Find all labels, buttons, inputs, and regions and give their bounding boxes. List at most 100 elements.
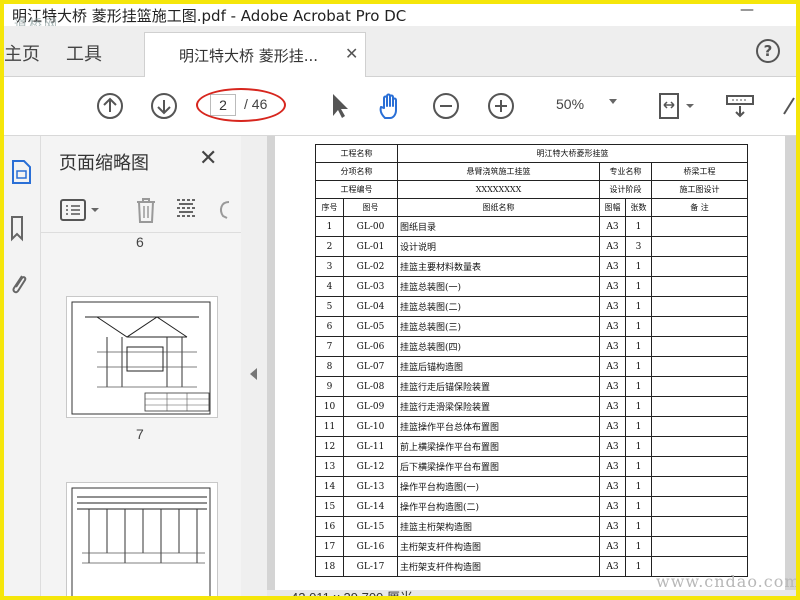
table-row: 11 GL-10 挂篮操作平台总体布置图 A3 1 — [315, 416, 748, 437]
table-cell: 12 — [315, 436, 344, 457]
collapse-arrow-icon[interactable] — [250, 368, 257, 380]
zoom-out-icon[interactable] — [432, 92, 460, 120]
select-arrow-icon[interactable] — [329, 92, 349, 120]
table-cell — [651, 236, 748, 257]
delete-icon[interactable] — [133, 196, 159, 224]
tab-document[interactable]: 明江特大桥 菱形挂... ✕ — [144, 32, 366, 77]
table-cell: A3 — [599, 316, 626, 337]
table-cell: 操作平台构造图(二) — [397, 496, 600, 517]
table-cell: GL-07 — [343, 356, 398, 377]
table-label: 设计阶段 — [599, 180, 652, 199]
page-thumbnail[interactable] — [66, 482, 218, 596]
table-cell: 1 — [625, 356, 652, 377]
table-cell: 7 — [315, 336, 344, 357]
panel-close-button[interactable]: ✕ — [199, 146, 217, 171]
table-cell — [651, 296, 748, 317]
table-cell: A3 — [599, 336, 626, 357]
table-cell: 1 — [625, 516, 652, 537]
table-row: 2 GL-01 设计说明 A3 3 — [315, 236, 748, 257]
table-value: 明江特大桥菱形挂篮 — [397, 144, 748, 163]
table-cell: 1 — [625, 256, 652, 277]
minimize-button[interactable]: — — [740, 4, 754, 18]
table-cell: 4 — [315, 276, 344, 297]
table-cell: A3 — [599, 456, 626, 477]
table-cell — [651, 496, 748, 517]
table-cell — [651, 456, 748, 477]
tab-document-label: 明江特大桥 菱形挂... — [179, 47, 319, 65]
chevron-down-icon[interactable] — [609, 99, 617, 104]
table-cell: 17 — [315, 536, 344, 557]
fit-page-icon[interactable] — [656, 92, 696, 122]
table-cell: A3 — [599, 556, 626, 577]
thumbnail-label: 7 — [136, 426, 144, 442]
table-cell: 11 — [315, 416, 344, 437]
table-cell: GL-15 — [343, 516, 398, 537]
table-cell — [651, 336, 748, 357]
draw-icon[interactable] — [782, 92, 796, 122]
watermark-bottom: www.cndao.com — [656, 572, 796, 591]
zoom-in-icon[interactable] — [487, 92, 515, 120]
table-cell: GL-08 — [343, 376, 398, 397]
navigation-rail — [4, 136, 41, 596]
thumbnail-drawing — [71, 301, 211, 415]
table-cell: GL-10 — [343, 416, 398, 437]
table-cell: 设计说明 — [397, 236, 600, 257]
tab-home[interactable]: 主页 — [4, 40, 40, 66]
options-menu-icon[interactable] — [59, 198, 105, 222]
table-cell: 操作平台构造图(一) — [397, 476, 600, 497]
table-cell: GL-01 — [343, 236, 398, 257]
table-cell — [651, 536, 748, 557]
page-up-icon[interactable] — [96, 92, 124, 120]
column-header: 图幅 — [599, 198, 626, 217]
page-thumbnail[interactable] — [66, 296, 218, 418]
table-cell: 1 — [625, 276, 652, 297]
table-cell: GL-14 — [343, 496, 398, 517]
table-cell: A3 — [599, 356, 626, 377]
rotate-icon[interactable] — [215, 198, 235, 222]
table-cell: 挂篮总装图(一) — [397, 276, 600, 297]
table-row: 14 GL-13 操作平台构造图(一) A3 1 — [315, 476, 748, 497]
table-cell: GL-05 — [343, 316, 398, 337]
table-cell: 1 — [625, 436, 652, 457]
table-cell: GL-13 — [343, 476, 398, 497]
table-cell: 6 — [315, 316, 344, 337]
table-label: 工程编号 — [315, 180, 398, 199]
drawing-index-table: 工程名称 明江特大桥菱形挂篮 分项名称 悬臂浇筑施工挂篮 专业名称 桥梁工程 工… — [315, 144, 748, 577]
table-cell — [651, 376, 748, 397]
table-row: 3 GL-02 挂篮主要材料数量表 A3 1 — [315, 256, 748, 277]
hand-tool-icon[interactable] — [376, 92, 406, 122]
table-cell: 1 — [625, 496, 652, 517]
table-cell — [651, 436, 748, 457]
panel-collapse-handle[interactable] — [241, 136, 267, 596]
page-size-readout: 42.011 x 29.700 厘米 — [291, 587, 413, 596]
table-cell: A3 — [599, 436, 626, 457]
help-button[interactable]: ? — [756, 39, 780, 63]
scroll-mode-icon[interactable] — [724, 92, 758, 122]
table-cell: 挂篮总装图(四) — [397, 336, 600, 357]
table-cell: 3 — [315, 256, 344, 277]
table-cell: 图纸目录 — [397, 216, 600, 237]
tab-close-button[interactable]: ✕ — [345, 44, 358, 63]
zoom-level[interactable]: 50% — [556, 96, 584, 112]
page-thumbnails-icon[interactable] — [10, 158, 34, 186]
column-header: 张数 — [625, 198, 652, 217]
table-cell: 挂篮行走滑梁保险装置 — [397, 396, 600, 417]
table-row: 16 GL-15 挂篮主桁架构造图 A3 1 — [315, 516, 748, 537]
table-cell: 挂篮行走后锚保险装置 — [397, 376, 600, 397]
tab-tools[interactable]: 工具 — [66, 40, 102, 66]
attachment-icon[interactable] — [8, 270, 32, 298]
table-cell: 1 — [625, 556, 652, 577]
table-value: 悬臂浇筑施工挂篮 — [397, 162, 600, 181]
column-header: 序号 — [315, 198, 344, 217]
thumbnails-panel: 页面缩略图 ✕ 6 7 — [41, 136, 267, 596]
table-cell — [651, 316, 748, 337]
page-down-icon[interactable] — [150, 92, 178, 120]
table-cell: A3 — [599, 376, 626, 397]
bookmark-icon[interactable] — [8, 214, 32, 242]
table-cell: A3 — [599, 276, 626, 297]
document-view[interactable]: 工程名称 明江特大桥菱形挂篮 分项名称 悬臂浇筑施工挂篮 专业名称 桥梁工程 工… — [267, 136, 796, 596]
table-cell — [651, 416, 748, 437]
insert-page-icon[interactable] — [173, 196, 201, 224]
table-row: 5 GL-04 挂篮总装图(二) A3 1 — [315, 296, 748, 317]
table-row: 12 GL-11 前上横梁操作平台布置图 A3 1 — [315, 436, 748, 457]
